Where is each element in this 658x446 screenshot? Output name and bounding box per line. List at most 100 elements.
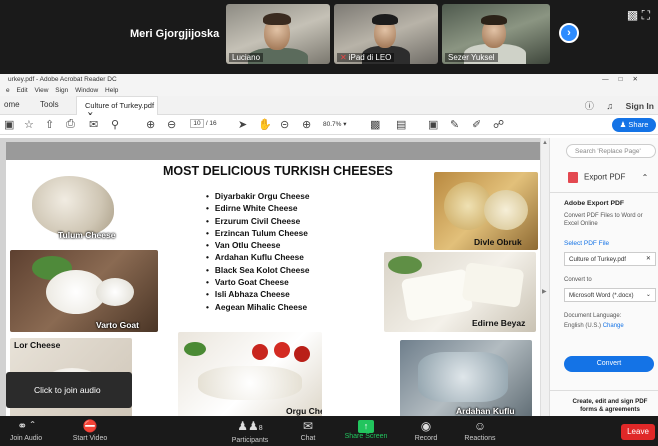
file-name-text: Culture of Turkey.pdf <box>569 256 626 263</box>
menu-sign[interactable]: Sign <box>55 87 68 94</box>
start-video-label: Start Video <box>72 435 108 442</box>
tab-home[interactable]: ome <box>4 100 20 109</box>
bookmark-star-icon[interactable]: ☆ <box>24 118 34 131</box>
menu-window[interactable]: Window <box>75 87 98 94</box>
window-title: urkey.pdf - Adobe Acrobat Reader DC <box>8 76 117 83</box>
record-button[interactable]: ◉ Record <box>410 418 442 442</box>
convert-to-select[interactable]: Microsoft Word (*.docx) ⌄ <box>564 288 656 302</box>
share-screen-button[interactable]: ↑ Share Screen <box>340 418 392 440</box>
page-total: / 16 <box>205 120 217 127</box>
record-icon: ◉ <box>420 419 432 433</box>
export-pdf-label: Export PDF <box>584 172 626 182</box>
tab-document[interactable]: Culture of Turkey.pdf ✕ <box>76 96 158 119</box>
tab-tools[interactable]: Tools <box>40 100 59 109</box>
print-icon[interactable]: ⎙ <box>66 118 75 131</box>
next-page-icon[interactable]: ⊖ <box>167 118 176 131</box>
reactions-button[interactable]: ☺ Reactions <box>460 418 500 442</box>
ardahan-label: Ardahan Kuflu <box>456 406 515 416</box>
upload-icon[interactable]: ⇧ <box>45 118 54 131</box>
window-controls[interactable]: —□✕ <box>602 74 648 86</box>
page-indicator: 10 / 16 <box>190 119 217 128</box>
start-video-button[interactable]: ⛔ Start Video <box>68 418 112 442</box>
draw-icon[interactable]: ✐ <box>472 118 481 131</box>
collapse-chevron-icon[interactable]: ⌃ <box>642 173 649 182</box>
email-icon[interactable]: ✉ <box>89 118 98 131</box>
convert-button[interactable]: Convert <box>564 356 654 372</box>
participant-name: Sezer Yuksel <box>445 53 498 62</box>
zoom-in-icon[interactable]: ⊕ <box>302 118 311 131</box>
tab-right-tools: ⓘ ♫ Sign In <box>585 99 654 112</box>
clear-file-icon[interactable]: ✕ <box>646 255 651 262</box>
cheese-shape <box>32 176 114 236</box>
menu-view[interactable]: View <box>34 87 48 94</box>
prev-page-icon[interactable]: ⊕ <box>146 118 155 131</box>
cheese-shape <box>484 190 528 230</box>
join-audio-button[interactable]: ⚭ ˆ Join Audio <box>6 418 46 442</box>
ardahan-kuflu-image: Ardahan Kuflu <box>400 340 532 416</box>
menu-file[interactable]: e <box>6 87 10 94</box>
acrobat-window: urkey.pdf - Adobe Acrobat Reader DC —□✕ … <box>0 74 658 416</box>
join-audio-tooltip[interactable]: Click to join audio <box>6 372 132 408</box>
zoom-control-bar: ⚭ ˆ Join Audio ⛔ Start Video ♟♟8 Partici… <box>0 416 658 446</box>
zoom-out-icon[interactable]: ⊝ <box>280 118 289 131</box>
vertical-scrollbar[interactable]: ▲ ▶ <box>540 138 549 416</box>
list-item: Black Sea Kolot Cheese <box>206 264 310 276</box>
export-pdf-icon <box>568 172 578 183</box>
change-language-link[interactable]: Change <box>603 323 624 329</box>
page-number-input[interactable]: 10 <box>190 119 204 128</box>
view-layout-icon[interactable]: ▩ ⛶ <box>627 8 650 23</box>
tools-search-input[interactable]: Search 'Replace Page' <box>566 144 656 158</box>
active-speaker-tile[interactable]: Meri Gjorgjijoska <box>112 4 222 64</box>
fit-page-icon[interactable]: ▩ <box>370 118 380 131</box>
selected-file-field[interactable]: Culture of Turkey.pdf ✕ <box>564 252 656 266</box>
share-button-label: Share <box>628 120 649 129</box>
fill-sign-icon[interactable]: ☍ <box>493 118 504 131</box>
dropdown-chevron-icon: ⌄ <box>645 291 651 298</box>
help-icon[interactable]: ⓘ <box>585 101 594 111</box>
notifications-bell-icon[interactable]: ♫ <box>606 101 613 111</box>
export-pdf-tool[interactable]: Export PDF ⌃ <box>568 172 648 183</box>
tulum-cheese-image: Tulum Cheese <box>18 164 126 244</box>
scroll-mode-icon[interactable]: ▤ <box>396 118 406 131</box>
document-language-label: Document Language: <box>564 313 622 319</box>
orgu-label: Orgu Cheese <box>286 406 322 416</box>
zoom-level-value: 80.7% <box>323 121 342 128</box>
select-file-link[interactable]: Select PDF File <box>564 240 609 247</box>
hand-tool-icon[interactable]: ✋ <box>258 118 272 131</box>
select-cursor-icon[interactable]: ➤ <box>238 118 247 131</box>
leave-button[interactable]: Leave <box>621 424 655 440</box>
previous-page-edge <box>6 142 540 160</box>
share-screen-icon: ↑ <box>358 420 374 433</box>
next-page-arrow-icon[interactable]: › <box>559 23 579 43</box>
participant-tile-sezer[interactable]: Sezer Yuksel <box>442 4 550 64</box>
screen: Meri Gjorgjijoska Luciano ✕ iPad di LEO S… <box>0 0 658 446</box>
convert-to-label: Convert to <box>564 277 592 283</box>
sign-in-link[interactable]: Sign In <box>626 101 654 111</box>
save-icon[interactable]: ▣ <box>4 118 14 131</box>
list-item: Varto Goat Cheese <box>206 276 309 288</box>
menu-edit[interactable]: Edit <box>16 87 27 94</box>
zoom-level-select[interactable]: 80.7% ▾ <box>323 120 347 128</box>
participants-label: Participants <box>231 437 269 444</box>
scroll-thumb-icon[interactable]: ▶ <box>542 288 547 295</box>
search-icon[interactable]: ⚲ <box>111 118 119 131</box>
comment-icon[interactable]: ▣ <box>428 118 438 131</box>
participant-tile-luciano[interactable]: Luciano <box>226 4 330 64</box>
scroll-up-icon[interactable]: ▲ <box>542 140 548 146</box>
list-item: Edirne White Cheese <box>206 202 309 214</box>
menu-help[interactable]: Help <box>105 87 118 94</box>
participants-button[interactable]: ♟♟8 Participants <box>226 418 274 444</box>
chat-button[interactable]: ✉ Chat <box>294 418 322 442</box>
participant-tile-ipad[interactable]: ✕ iPad di LEO <box>334 4 438 64</box>
menu-bar: e Edit View Sign Window Help <box>0 86 658 96</box>
share-button[interactable]: ♟ Share <box>612 118 656 132</box>
active-speaker-name: Meri Gjorgjijoska <box>130 28 220 40</box>
list-item: Diyarbakir Orgu Cheese <box>206 190 310 202</box>
participant-name-text: iPad di LEO <box>348 53 392 62</box>
tomato-shape <box>274 342 290 358</box>
list-item: Erzincan Tulum Cheese <box>206 227 309 239</box>
highlight-pen-icon[interactable]: ✎ <box>450 118 459 131</box>
herb-leaves-shape <box>388 256 422 274</box>
moldy-cheese-shape <box>418 352 508 402</box>
mic-muted-icon: ✕ <box>340 53 347 62</box>
